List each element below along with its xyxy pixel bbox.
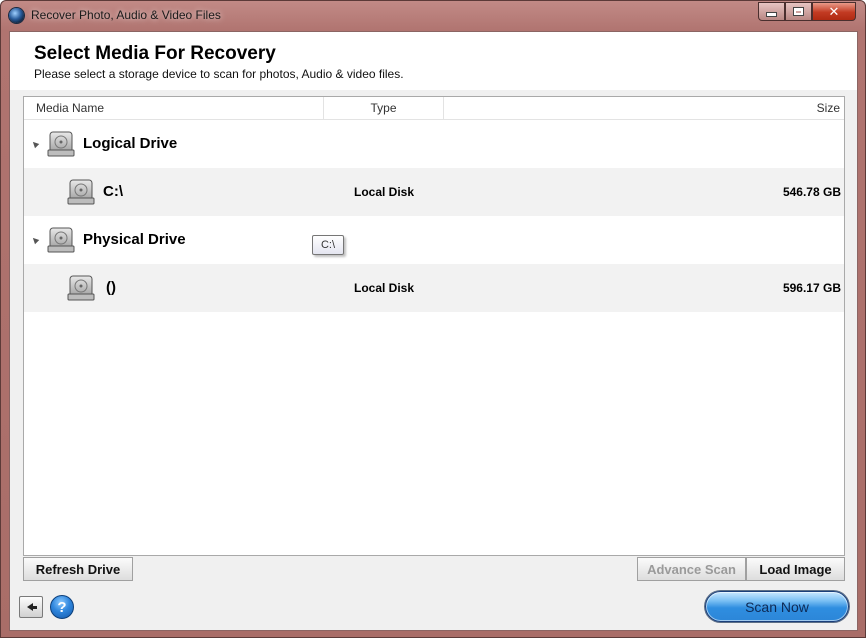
hard-drive-icon	[67, 179, 95, 205]
page-header: Select Media For Recovery Please select …	[10, 32, 857, 90]
app-window: Recover Photo, Audio & Video Files ✕ Sel…	[0, 0, 866, 638]
minimize-button[interactable]	[758, 2, 785, 21]
drive-row-physical-0[interactable]: () Local Disk 596.17 GB	[24, 264, 844, 312]
title-bar[interactable]: Recover Photo, Audio & Video Files ✕	[1, 1, 865, 31]
drive-type: Local Disk	[354, 185, 415, 199]
page-title: Select Media For Recovery	[34, 43, 276, 64]
back-button[interactable]	[19, 596, 43, 618]
window-title: Recover Photo, Audio & Video Files	[31, 8, 221, 22]
close-button[interactable]: ✕	[812, 2, 856, 21]
load-image-button[interactable]: Load Image	[746, 557, 845, 581]
drive-name: ()	[106, 279, 116, 296]
group-row-physical-drive[interactable]: Physical Drive	[24, 216, 844, 264]
hard-drive-icon	[47, 227, 75, 253]
column-header-size[interactable]: Size	[444, 97, 844, 119]
hard-drive-icon	[67, 275, 95, 301]
group-label: Logical Drive	[83, 135, 178, 152]
back-arrow-stem	[33, 605, 37, 609]
app-logo-icon	[9, 8, 24, 23]
group-label: Physical Drive	[83, 231, 186, 248]
page-subtitle: Please select a storage device to scan f…	[34, 67, 404, 81]
column-header-media-name[interactable]: Media Name	[24, 97, 324, 119]
drive-type: Local Disk	[354, 281, 415, 295]
drive-row-c[interactable]: C:\ Local Disk 546.78 GB	[24, 168, 844, 216]
maximize-icon	[794, 8, 803, 15]
drive-tooltip: C:\	[312, 235, 344, 255]
drive-name: C:\	[103, 183, 123, 200]
maximize-button[interactable]	[785, 2, 812, 21]
drive-size: 546.78 GB	[782, 185, 841, 199]
collapse-arrow-icon[interactable]	[30, 235, 40, 245]
close-icon: ✕	[828, 3, 840, 19]
group-row-logical-drive[interactable]: Logical Drive	[24, 120, 844, 168]
column-header-type[interactable]: Type	[324, 97, 444, 119]
media-list[interactable]: Media Name Type Size Logical Drive C:\ L…	[23, 96, 845, 556]
help-button[interactable]: ?	[50, 595, 74, 619]
drive-size: 596.17 GB	[782, 281, 841, 295]
help-icon: ?	[57, 598, 67, 616]
collapse-arrow-icon[interactable]	[30, 139, 40, 149]
dialog-body: Select Media For Recovery Please select …	[9, 31, 858, 631]
refresh-drive-button[interactable]: Refresh Drive	[23, 557, 133, 581]
minimize-icon	[767, 13, 776, 16]
advance-scan-button[interactable]: Advance Scan	[637, 557, 746, 581]
scan-now-button[interactable]: Scan Now	[705, 591, 849, 622]
hard-drive-icon	[47, 131, 75, 157]
list-column-header: Media Name Type Size	[24, 97, 844, 120]
